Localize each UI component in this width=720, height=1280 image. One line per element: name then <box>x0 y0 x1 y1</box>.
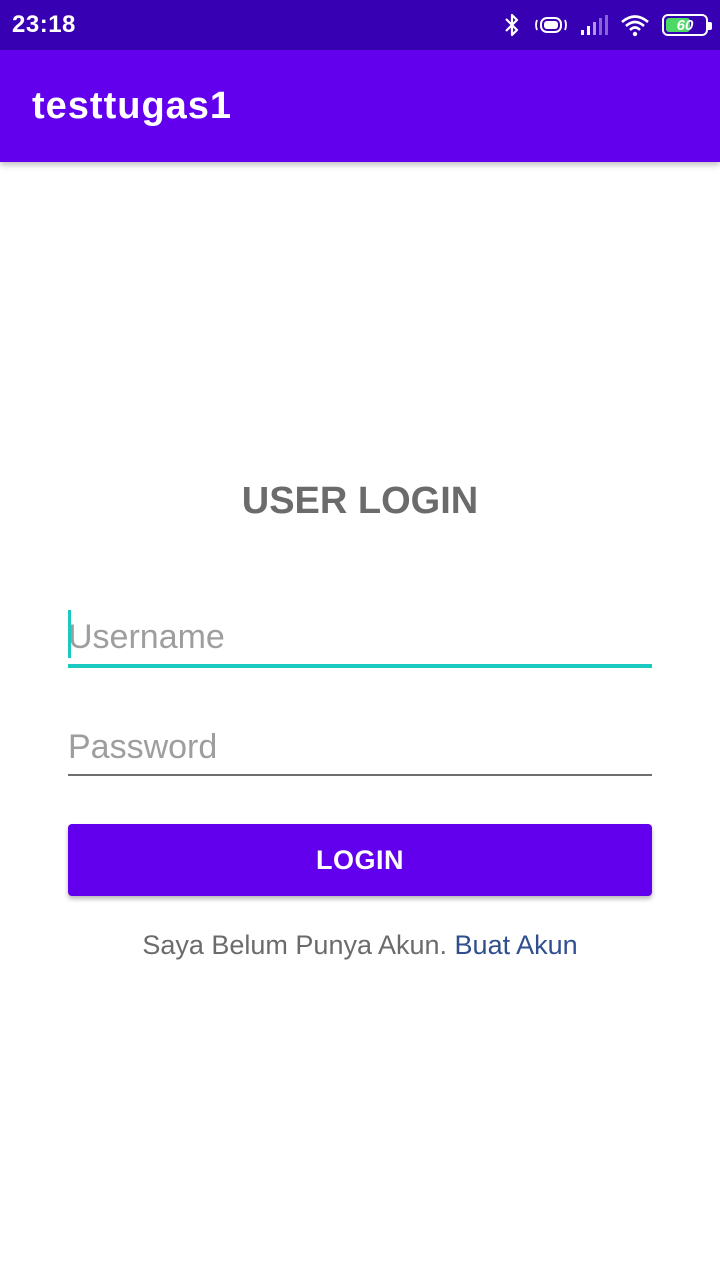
status-bar: 23:18 60 <box>0 0 720 50</box>
app-bar: testtugas1 <box>0 50 720 162</box>
signup-row: Saya Belum Punya Akun. Buat Akun <box>0 930 720 961</box>
username-input[interactable] <box>68 608 652 666</box>
page-title: USER LOGIN <box>241 480 479 522</box>
username-underline <box>68 664 652 668</box>
wifi-icon <box>620 13 650 37</box>
vibrate-icon <box>534 14 568 36</box>
password-underline <box>68 774 652 776</box>
signal-icon <box>580 14 608 36</box>
signup-prompt: Saya Belum Punya Akun. <box>142 930 448 960</box>
login-button[interactable]: LOGIN <box>68 824 652 896</box>
password-field-container <box>68 718 652 776</box>
bluetooth-icon <box>502 12 522 38</box>
status-icons: 60 <box>502 12 712 38</box>
battery-icon: 60 <box>662 14 712 36</box>
text-cursor <box>68 610 71 658</box>
password-input[interactable] <box>68 718 652 776</box>
battery-level: 60 <box>676 16 694 34</box>
app-title: testtugas1 <box>32 84 233 127</box>
create-account-link[interactable]: Buat Akun <box>455 930 578 960</box>
username-field-container <box>68 608 652 668</box>
status-time: 23:18 <box>12 11 76 38</box>
